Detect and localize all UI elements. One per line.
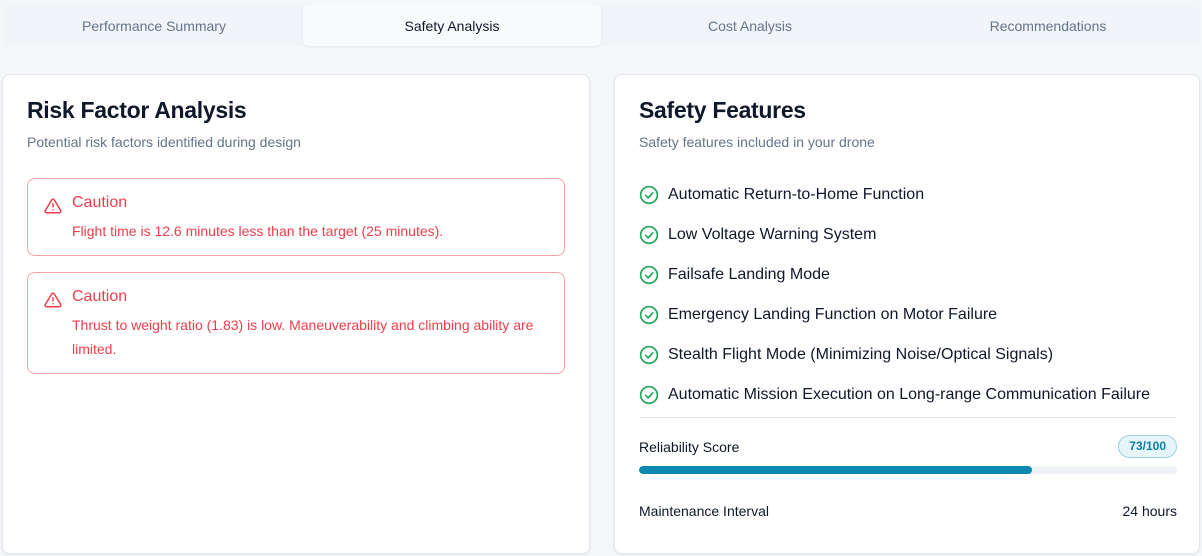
feature-label: Automatic Mission Execution on Long-rang… bbox=[668, 386, 1151, 403]
divider bbox=[639, 417, 1177, 418]
reliability-progress-bar bbox=[639, 466, 1177, 474]
tab-cost-analysis[interactable]: Cost Analysis bbox=[601, 5, 899, 46]
safety-card-subtitle: Safety features included in your drone bbox=[639, 134, 875, 150]
check-circle-icon bbox=[639, 185, 659, 205]
feature-label: Stealth Flight Mode (Minimizing Noise/Op… bbox=[668, 346, 1054, 363]
list-item: Automatic Return-to-Home Function bbox=[639, 175, 1179, 215]
check-circle-icon bbox=[639, 345, 659, 365]
list-item: Low Voltage Warning System bbox=[639, 215, 1179, 255]
alert-title: Caution bbox=[72, 194, 128, 211]
reliability-score-label: Reliability Score bbox=[639, 439, 740, 455]
warning-triangle-icon bbox=[44, 292, 62, 308]
alert-title: Caution bbox=[72, 288, 128, 305]
list-item: Automatic Mission Execution on Long-rang… bbox=[639, 375, 1179, 415]
list-item: Failsafe Landing Mode bbox=[639, 255, 1179, 295]
feature-label: Low Voltage Warning System bbox=[668, 226, 877, 243]
safety-card-title: Safety Features bbox=[639, 97, 806, 123]
check-circle-icon bbox=[639, 305, 659, 325]
alert-text: Flight time is 12.6 minutes less than th… bbox=[72, 223, 444, 239]
reliability-progress-fill bbox=[639, 466, 1032, 474]
caution-alert: Caution Flight time is 12.6 minutes less… bbox=[27, 178, 565, 256]
tab-bar: Performance Summary Safety Analysis Cost… bbox=[2, 5, 1200, 46]
maintenance-interval-value: 24 hours bbox=[1122, 503, 1177, 519]
check-circle-icon bbox=[639, 385, 659, 405]
risk-factor-card: Risk Factor Analysis Potential risk fact… bbox=[2, 74, 590, 554]
tab-safety-analysis[interactable]: Safety Analysis bbox=[303, 5, 601, 46]
list-item: Emergency Landing Function on Motor Fail… bbox=[639, 295, 1179, 335]
caution-alert: Caution Thrust to weight ratio (1.83) is… bbox=[27, 272, 565, 374]
feature-label: Failsafe Landing Mode bbox=[668, 266, 830, 283]
maintenance-interval-label: Maintenance Interval bbox=[639, 503, 769, 519]
tab-recommendations[interactable]: Recommendations bbox=[899, 5, 1197, 46]
reliability-score-badge: 73/100 bbox=[1118, 435, 1177, 458]
risk-card-title: Risk Factor Analysis bbox=[27, 97, 247, 123]
warning-triangle-icon bbox=[44, 198, 62, 214]
list-item: Stealth Flight Mode (Minimizing Noise/Op… bbox=[639, 335, 1179, 375]
alert-text: Thrust to weight ratio (1.83) is low. Ma… bbox=[72, 317, 534, 357]
check-circle-icon bbox=[639, 265, 659, 285]
feature-label: Automatic Return-to-Home Function bbox=[668, 186, 925, 203]
feature-list: Automatic Return-to-Home Function Low Vo… bbox=[639, 175, 1179, 415]
check-circle-icon bbox=[639, 225, 659, 245]
risk-card-subtitle: Potential risk factors identified during… bbox=[27, 134, 301, 150]
feature-label: Emergency Landing Function on Motor Fail… bbox=[668, 306, 998, 323]
tab-performance-summary[interactable]: Performance Summary bbox=[5, 5, 303, 46]
safety-features-card: Safety Features Safety features included… bbox=[614, 74, 1200, 554]
